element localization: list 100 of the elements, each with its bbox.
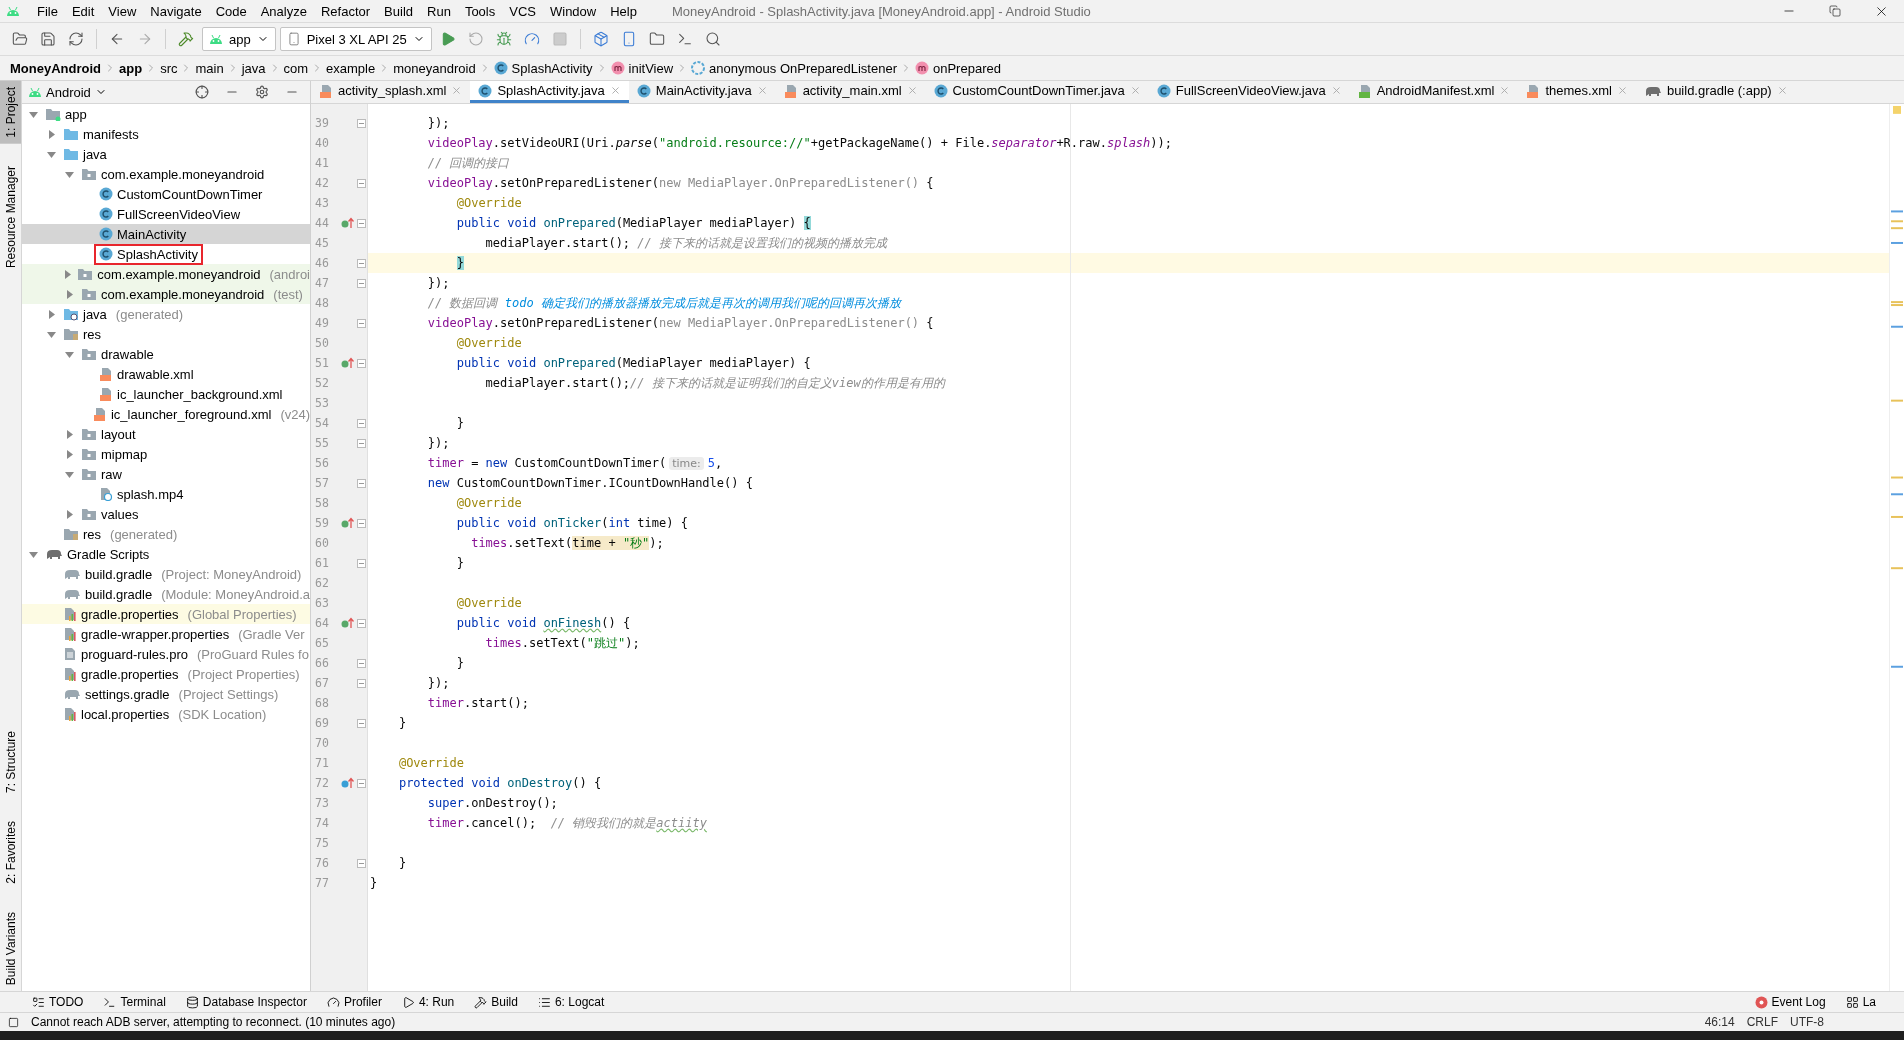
fold-icon[interactable] [356,258,366,268]
tool-window-button[interactable]: 4: Run [393,995,463,1009]
tree-item[interactable]: Gradle Scripts [22,544,310,564]
menu-item[interactable]: Run [420,3,458,19]
menu-item[interactable]: Navigate [143,3,209,19]
device-dropdown[interactable]: Pixel 3 XL API 25 [279,27,432,51]
collapsed-arrow-icon[interactable] [46,309,56,319]
fold-icon[interactable] [356,278,366,288]
breadcrumb[interactable]: main [195,60,224,76]
tree-item[interactable]: java (generated) [22,304,310,324]
fold-icon[interactable] [356,778,366,788]
fold-icon[interactable] [356,178,366,188]
tree-item[interactable]: java [22,144,310,164]
menu-item[interactable]: Code [208,3,254,19]
close-icon[interactable] [609,85,621,96]
fold-icon[interactable] [356,678,366,688]
menu-item[interactable]: View [101,3,144,19]
tool-window-button[interactable]: Terminal [95,995,174,1009]
tree-item[interactable]: local.properties (SDK Location) [22,704,310,724]
tree-item[interactable]: settings.gradle (Project Settings) [22,684,310,704]
tree-item[interactable]: proguard-rules.pro (ProGuard Rules fo [22,644,310,664]
tree-item[interactable]: gradle.properties (Global Properties) [22,604,310,624]
fold-icon[interactable] [356,478,366,488]
breadcrumb[interactable]: src [160,60,178,76]
close-icon[interactable] [1776,85,1788,96]
breadcrumb[interactable]: com [283,60,309,76]
tool-window-button[interactable]: 6: Logcat [529,995,613,1009]
expanded-arrow-icon[interactable] [64,169,74,179]
fold-icon[interactable] [356,558,366,568]
tree-item[interactable]: values [22,504,310,524]
breadcrumb[interactable]: app [119,60,143,76]
editor-tab[interactable]: FullScreenVideoView.java [1148,81,1350,103]
editor-tab[interactable]: AndroidManifest.xml [1349,81,1519,103]
file-encoding[interactable]: UTF-8 [1790,1015,1824,1029]
tool-window-button[interactable]: Event Log [1746,995,1834,1009]
collapsed-arrow-icon[interactable] [64,509,74,519]
expanded-arrow-icon[interactable] [64,469,74,479]
tree-item[interactable]: ic_launcher_background.xml [22,384,310,404]
editor-tab[interactable]: MainActivity.java [628,81,776,103]
tree-item[interactable]: drawable [22,344,310,364]
menu-item[interactable]: VCS [502,3,543,19]
close-icon[interactable] [906,85,918,96]
close-icon[interactable] [1330,85,1342,96]
close-icon[interactable] [1499,85,1511,96]
fold-icon[interactable] [356,618,366,628]
breadcrumb[interactable]: SplashActivity [511,60,593,76]
breadcrumb[interactable]: initView [628,60,674,76]
fold-icon[interactable] [356,858,366,868]
expanded-arrow-icon[interactable] [46,329,56,339]
tree-item[interactable]: gradle-wrapper.properties (Gradle Ver [22,624,310,644]
tree-item[interactable]: raw [22,464,310,484]
breadcrumb[interactable]: MoneyAndroid [10,60,101,76]
menu-item[interactable]: Edit [64,3,102,19]
implements-method-icon[interactable] [341,357,355,369]
menu-item[interactable]: Build [377,3,420,19]
status-toggle-icon[interactable] [8,1016,19,1028]
collapsed-arrow-icon[interactable] [64,429,74,439]
breadcrumb[interactable]: moneyandroid [393,60,476,76]
tree-item[interactable]: manifests [22,124,310,144]
close-icon[interactable] [1616,85,1628,96]
tool-window-button[interactable]: 1: Project [0,81,21,144]
tree-item[interactable]: ic_launcher_foreground.xml (v24) [22,404,310,424]
breadcrumb[interactable]: example [326,60,376,76]
tree-item[interactable]: SplashActivity [22,244,310,264]
menu-item[interactable]: Help [603,3,644,19]
fold-icon[interactable] [356,658,366,668]
tree-item[interactable]: res (generated) [22,524,310,544]
fold-icon[interactable] [356,518,366,528]
collapsed-arrow-icon[interactable] [64,289,74,299]
line-separator[interactable]: CRLF [1746,1015,1778,1029]
tree-item[interactable]: com.example.moneyandroid (test) [22,284,310,304]
fold-icon[interactable] [356,358,366,368]
implements-method-icon[interactable] [341,517,355,529]
tree-item[interactable]: FullScreenVideoView [22,204,310,224]
editor-tab[interactable]: themes.xml [1518,81,1636,103]
menu-item[interactable]: Tools [457,3,503,19]
tool-window-button[interactable]: 7: Structure [0,725,21,800]
close-icon[interactable] [1129,85,1141,96]
tool-window-button[interactable]: TODO [24,995,92,1009]
breadcrumb[interactable]: anonymous OnPreparedListener [709,60,897,76]
tree-item[interactable]: CustomCountDownTimer [22,184,310,204]
editor-tab[interactable]: activity_splash.xml [311,81,471,103]
fold-icon[interactable] [356,438,366,448]
expanded-arrow-icon[interactable] [28,109,38,119]
tree-item[interactable]: com.example.moneyandroid (androi [22,264,310,284]
overrides-method-icon[interactable] [341,777,355,789]
tree-item[interactable]: splash.mp4 [22,484,310,504]
breadcrumb[interactable]: java [241,60,266,76]
menu-item[interactable]: Refactor [313,3,378,19]
tool-window-button[interactable]: Build Variants [0,905,21,991]
expanded-arrow-icon[interactable] [64,349,74,359]
expanded-arrow-icon[interactable] [28,549,38,559]
tool-window-button[interactable]: Resource Manager [0,159,21,274]
expanded-arrow-icon[interactable] [46,149,56,159]
tool-window-button[interactable]: Database Inspector [177,995,315,1009]
tool-window-button[interactable]: Build [466,995,526,1009]
tree-item[interactable]: layout [22,424,310,444]
implements-method-icon[interactable] [341,617,355,629]
close-icon[interactable] [451,85,463,96]
tree-item[interactable]: build.gradle (Project: MoneyAndroid) [22,564,310,584]
